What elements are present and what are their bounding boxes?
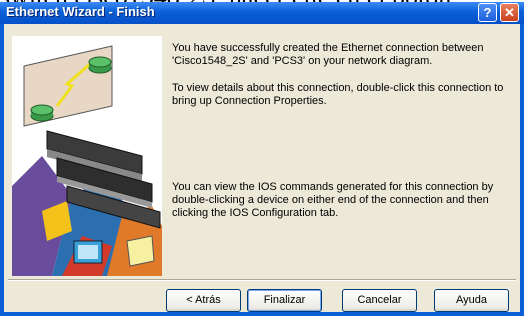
- back-button[interactable]: < Atrás: [166, 289, 241, 312]
- cancel-button[interactable]: Cancelar: [342, 289, 417, 312]
- help-button[interactable]: Ayuda: [434, 289, 509, 312]
- wizard-window: Ethernet Wizard - Finish ? ✕ You have su…: [0, 2, 524, 316]
- window-title: Ethernet Wizard - Finish: [6, 4, 155, 19]
- ios-commands-message: You can view the IOS commands generated …: [172, 181, 494, 219]
- wizard-body: You have successfully created the Ethern…: [4, 24, 520, 312]
- title-bar[interactable]: Ethernet Wizard - Finish ? ✕: [0, 2, 524, 24]
- details-message: To view details about this connection, d…: [172, 82, 504, 107]
- divider: [8, 279, 516, 281]
- finish-button[interactable]: Finalizar: [247, 289, 322, 312]
- success-message: You have successfully created the Ethern…: [172, 42, 484, 67]
- close-icon[interactable]: ✕: [500, 3, 519, 22]
- help-icon[interactable]: ?: [478, 3, 497, 22]
- network-devices-illustration: [12, 36, 162, 276]
- router-icon: [88, 56, 112, 74]
